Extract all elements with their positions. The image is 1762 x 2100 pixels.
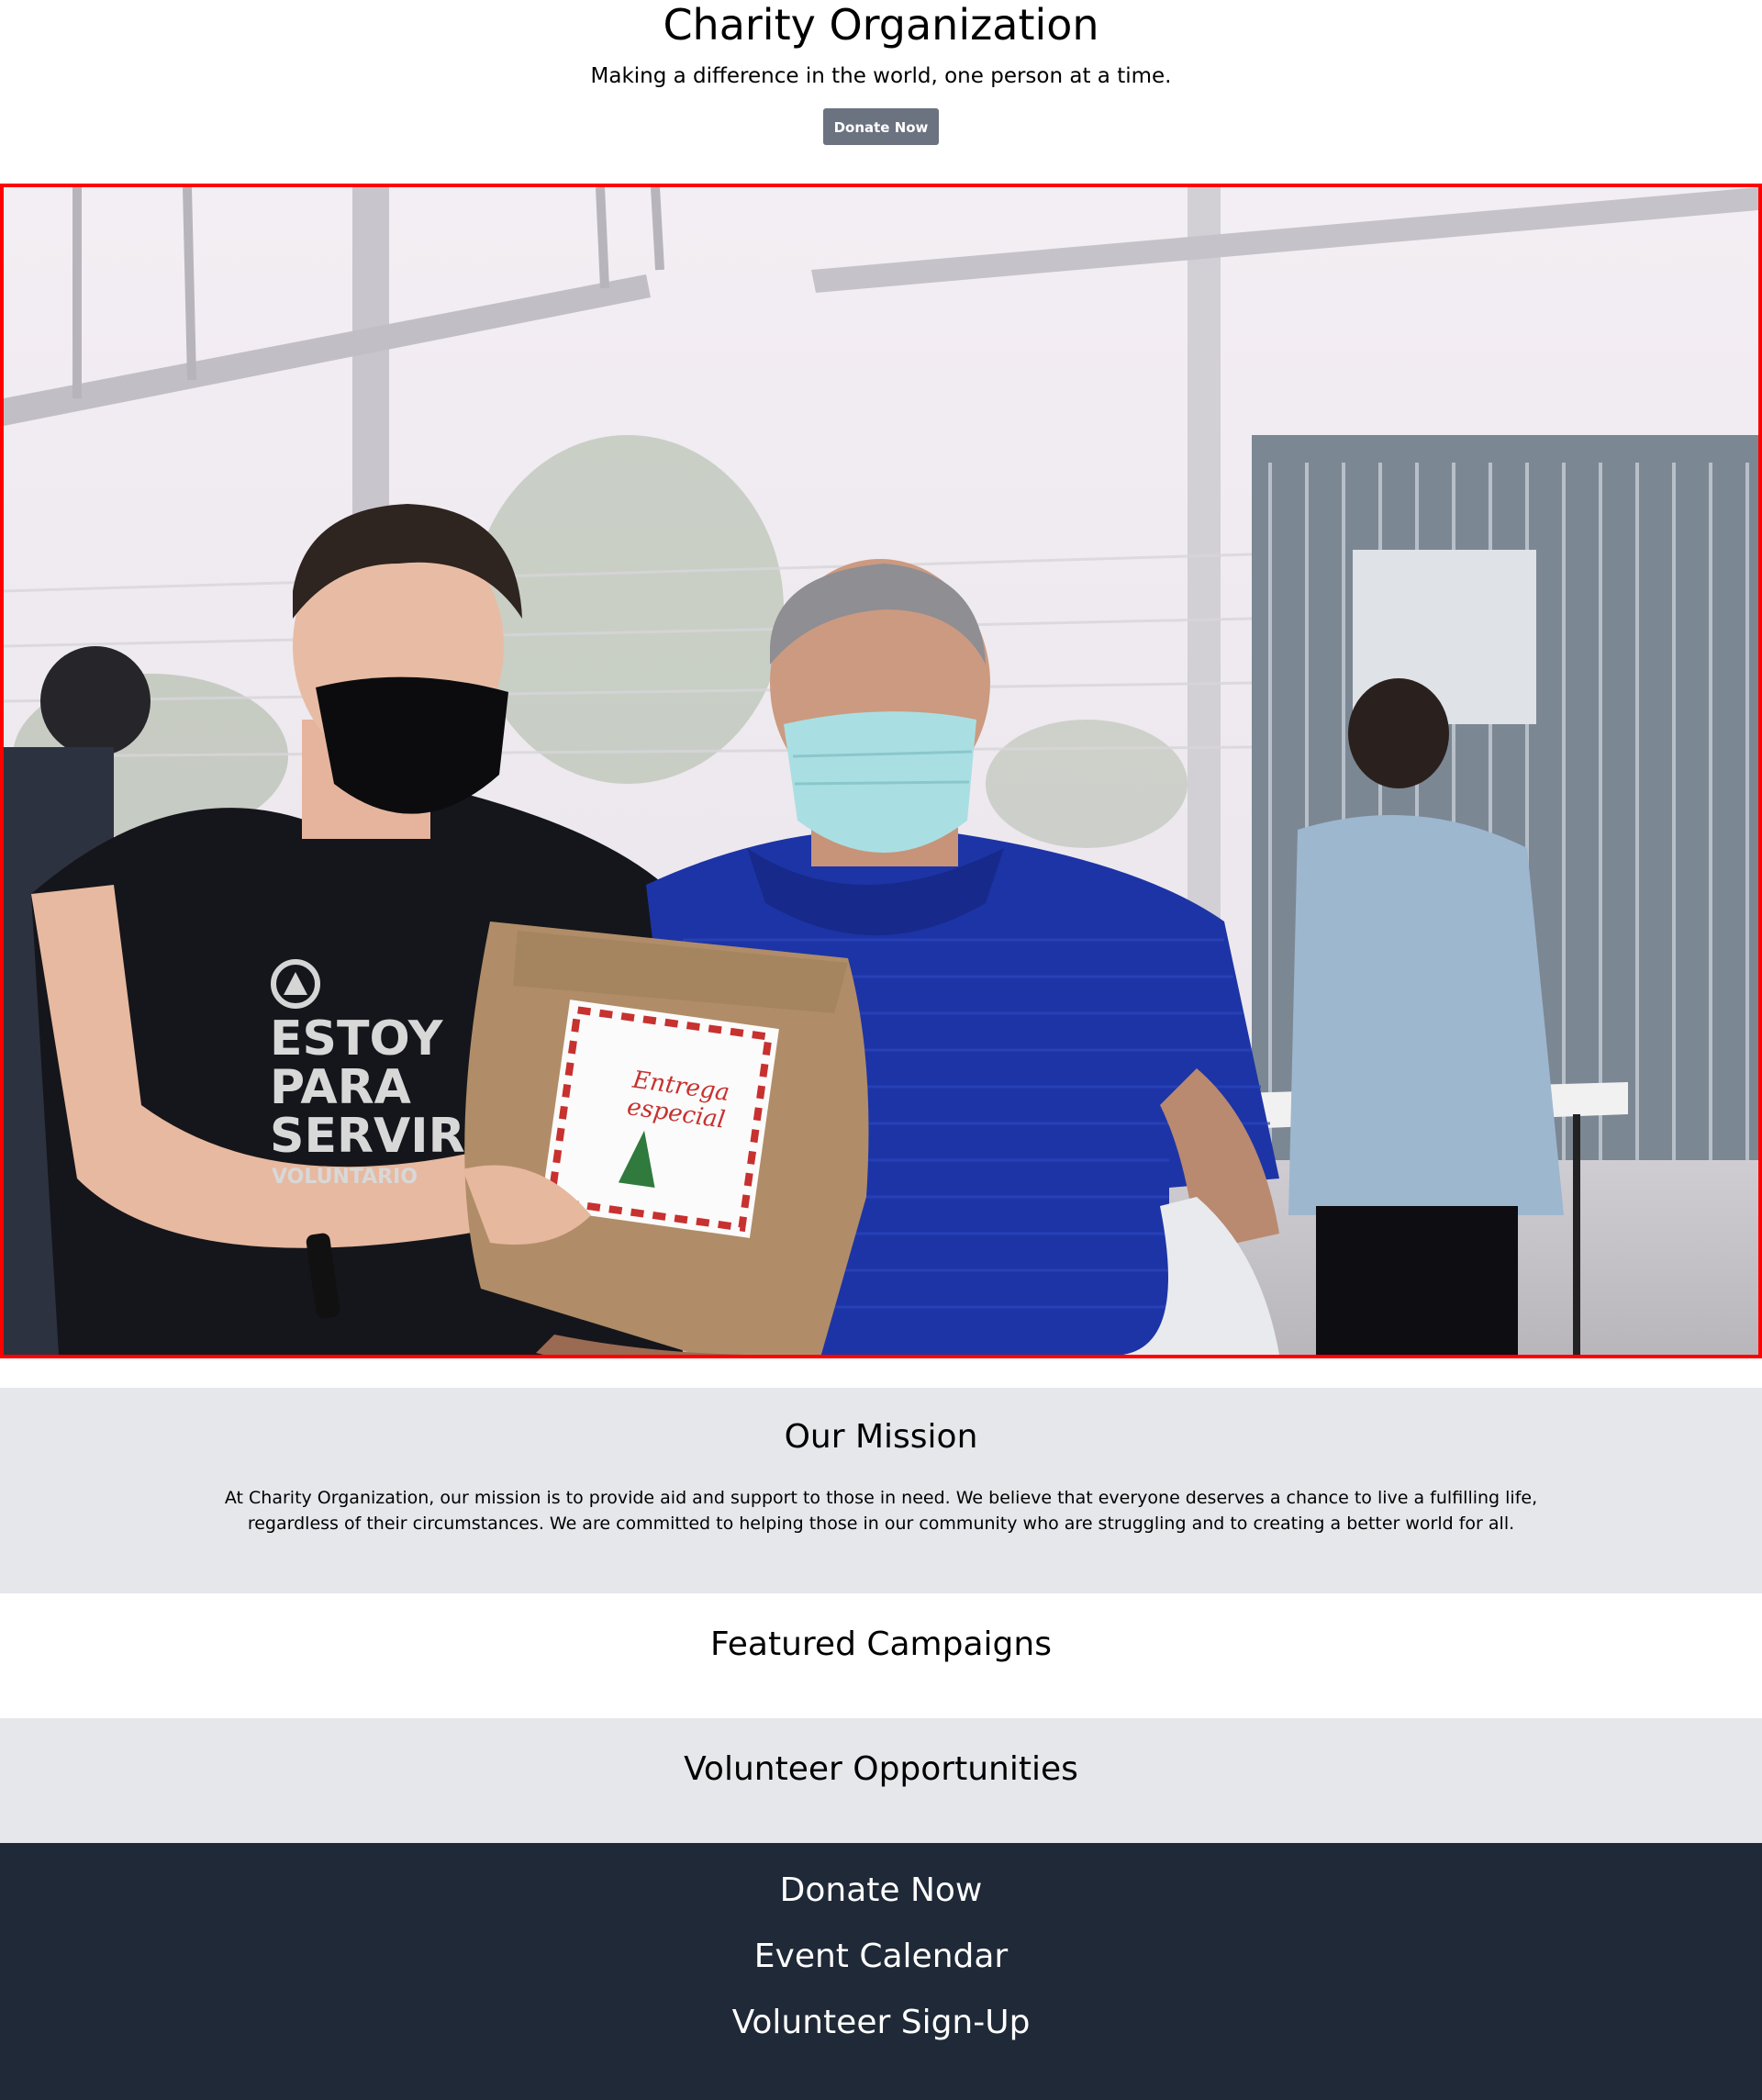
hero-spacer [0, 1358, 1762, 1388]
svg-text:VOLUNTARIO: VOLUNTARIO [272, 1166, 418, 1189]
svg-text:ESTOY: ESTOY [270, 1011, 444, 1067]
hero-photo: ESTOY PARA SERVIR VOLUNTARIO Entrega esp… [4, 187, 1758, 1355]
site-title: Charity Organization [663, 0, 1099, 50]
site-tagline: Making a difference in the world, one pe… [590, 64, 1172, 88]
site-footer: Donate Now Event Calendar Volunteer Sign… [0, 1843, 1762, 2100]
svg-text:SERVIR: SERVIR [270, 1109, 465, 1164]
mission-heading: Our Mission [784, 1418, 978, 1456]
footer-link-event-calendar[interactable]: Event Calendar [0, 1937, 1762, 1977]
donate-now-button[interactable]: Donate Now [823, 108, 939, 145]
hero-image: ESTOY PARA SERVIR VOLUNTARIO Entrega esp… [0, 184, 1762, 1358]
site-header: Charity Organization Making a difference… [0, 0, 1762, 184]
footer-link-donate-now[interactable]: Donate Now [0, 1871, 1762, 1911]
volunteer-opportunities-section: Volunteer Opportunities [0, 1718, 1762, 1843]
featured-campaigns-heading: Featured Campaigns [710, 1625, 1052, 1663]
mission-body: At Charity Organization, our mission is … [224, 1488, 1538, 1534]
mission-section: Our Mission At Charity Organization, our… [0, 1388, 1762, 1593]
featured-campaigns-section: Featured Campaigns [0, 1593, 1762, 1718]
footer-link-volunteer-sign-up[interactable]: Volunteer Sign-Up [0, 2003, 1762, 2043]
volunteer-opportunities-heading: Volunteer Opportunities [684, 1750, 1078, 1788]
svg-text:PARA: PARA [270, 1060, 411, 1115]
